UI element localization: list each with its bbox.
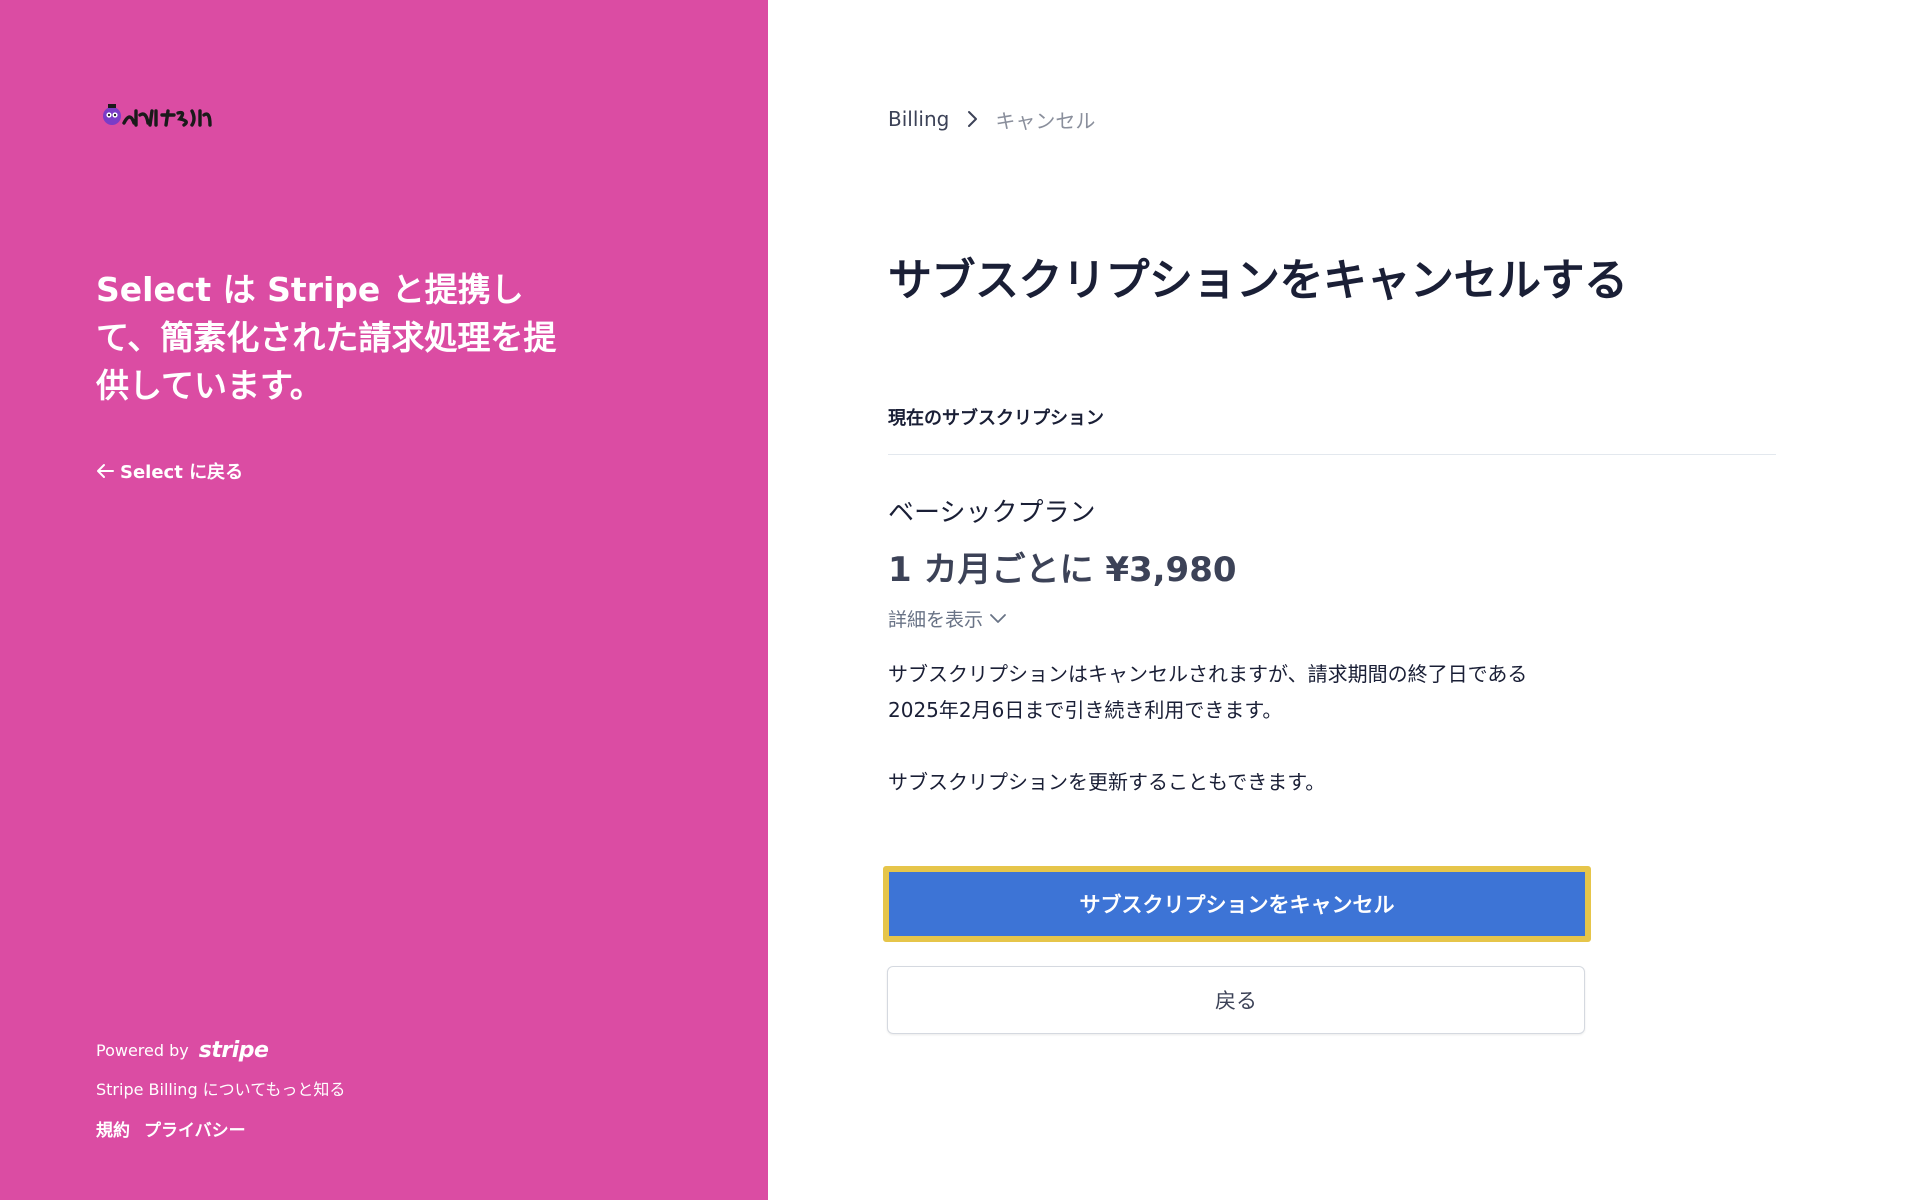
privacy-link[interactable]: プライバシー	[144, 1116, 246, 1141]
plan-name: ベーシックプラン	[888, 498, 1096, 528]
powered-by-stripe[interactable]: Powered by stripe	[96, 1038, 269, 1063]
chevron-down-icon	[990, 614, 1006, 623]
cancel-subscription-panel: Billing キャンセル サブスクリプションをキャンセルする 現在のサブスクリ…	[768, 0, 1920, 1200]
breadcrumb-billing[interactable]: Billing	[888, 107, 949, 131]
renewal-notice: サブスクリプションを更新することもできます。	[888, 770, 1326, 794]
page-title: サブスクリプションをキャンセルする	[888, 255, 1628, 306]
learn-more-link[interactable]: Stripe Billing についてもっと知る	[96, 1076, 345, 1100]
divider	[888, 454, 1776, 455]
chevron-right-icon	[968, 111, 978, 127]
current-subscription-label: 現在のサブスクリプション	[888, 408, 1104, 429]
show-details-toggle[interactable]: 詳細を表示	[888, 604, 1007, 632]
footer-links: 規約 プライバシー	[96, 1116, 246, 1141]
cancellation-notice-line2: 2025年2月6日まで引き続き利用できます。	[888, 698, 1283, 722]
cancellation-notice: サブスクリプションはキャンセルされますが、請求期間の終了日である 2025年2月…	[888, 656, 1588, 728]
plan-price: 1 カ月ごとに ¥3,980	[888, 550, 1237, 590]
powered-by-label: Powered by	[96, 1041, 189, 1060]
back-to-merchant-link[interactable]: Select に戻る	[96, 458, 243, 484]
back-button[interactable]: 戻る	[887, 966, 1585, 1034]
breadcrumb: Billing キャンセル	[888, 104, 1095, 134]
merchant-sidebar: Select は Stripe と提携して、簡素化された請求処理を提供しています…	[0, 0, 768, 1200]
breadcrumb-current: キャンセル	[995, 108, 1096, 133]
terms-link[interactable]: 規約	[96, 1116, 130, 1141]
show-details-label: 詳細を表示	[888, 608, 984, 631]
cancel-subscription-button[interactable]: サブスクリプションをキャンセル	[889, 872, 1585, 936]
cancellation-notice-line1: サブスクリプションはキャンセルされますが、請求期間の終了日である	[888, 662, 1528, 686]
cancel-button-highlight: サブスクリプションをキャンセル	[883, 866, 1591, 942]
merchant-logo[interactable]	[100, 97, 226, 131]
arrow-left-icon	[97, 464, 114, 478]
donbuzukun-logo-icon	[103, 104, 212, 127]
stripe-logo: stripe	[198, 1038, 269, 1063]
back-link-label: Select に戻る	[120, 462, 244, 483]
merchant-headline: Select は Stripe と提携して、簡素化された請求処理を提供しています…	[96, 270, 557, 405]
